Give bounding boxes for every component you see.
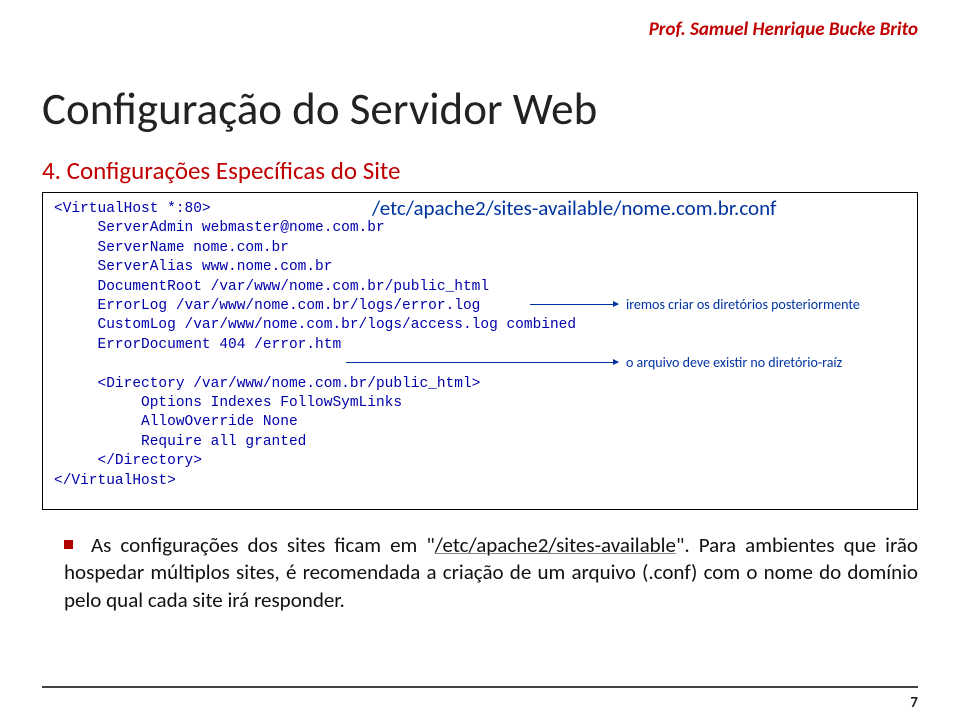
code-line: ServerName nome.com.br [54,240,289,256]
bullet-paragraph: As configurações dos sites ficam em "/et… [64,532,918,614]
code-line: Options Indexes FollowSymLinks [54,395,402,411]
annotation-note: iremos criar os diretórios posteriorment… [626,296,860,313]
code-line: ErrorDocument 404 /error.htm [54,337,341,353]
slide-subtitle: 4. Configurações Específicas do Site [42,155,400,186]
code-line: ServerAlias www.nome.com.br [54,259,332,275]
code-line: </Directory> [54,453,202,469]
annotation-note: o arquivo deve existir no diretório-raíz [626,354,842,371]
footer-divider [42,686,918,688]
code-line: <Directory /var/www/nome.com.br/public_h… [54,376,480,392]
code-line: <VirtualHost *:80> [54,201,211,217]
annotation-arrow [530,304,618,305]
bullet-quoted-path: /etc/apache2/sites-available [435,532,676,558]
slide-title: Configuração do Servidor Web [42,82,597,137]
code-line: ErrorLog /var/www/nome.com.br/logs/error… [54,298,480,314]
virtualhost-code: <VirtualHost *:80> ServerAdmin webmaster… [54,200,576,491]
bullet-text-pre: As configurações dos sites ficam em [91,532,426,558]
code-line: AllowOverride None [54,414,298,430]
bullet-square-icon [64,540,73,549]
code-line: </VirtualHost> [54,473,176,489]
code-line: CustomLog /var/www/nome.com.br/logs/acce… [54,317,576,333]
page-number: 7 [910,694,918,712]
code-line: Require all granted [54,434,306,450]
code-line: DocumentRoot /var/www/nome.com.br/public… [54,279,489,295]
annotation-arrow [346,362,618,363]
code-line: ServerAdmin webmaster@nome.com.br [54,220,385,236]
author-header: Prof. Samuel Henrique Bucke Brito [649,18,918,41]
